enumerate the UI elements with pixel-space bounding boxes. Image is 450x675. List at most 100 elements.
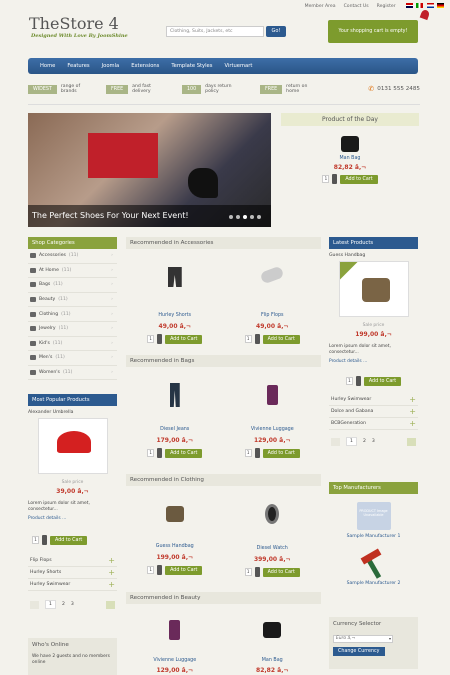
product-name[interactable]: Man Bag	[232, 658, 312, 663]
latest-first-name[interactable]: Guess Handbag	[329, 249, 418, 261]
quantity-stepper[interactable]	[254, 334, 260, 344]
quantity-input[interactable]: 1	[345, 377, 353, 385]
quantity-input[interactable]: 1	[322, 175, 330, 183]
quantity-input[interactable]: 1	[147, 335, 155, 343]
manufacturer-name[interactable]: Sample Manufacturer 2	[329, 581, 418, 586]
quantity-stepper[interactable]	[157, 334, 163, 344]
change-currency-button[interactable]: Change Currency	[333, 647, 385, 656]
contact-us-link[interactable]: Contact Us	[344, 4, 369, 9]
flipflops-icon[interactable]	[259, 265, 285, 285]
luggage-icon[interactable]	[266, 385, 278, 405]
popular-details-link[interactable]: Product details ...	[28, 516, 117, 521]
list-item[interactable]: BCBGeneration +	[329, 418, 418, 430]
shopping-cart-box[interactable]: Your shopping cart is empty!	[328, 20, 418, 43]
add-to-cart-button[interactable]: Add to Cart	[340, 174, 378, 184]
product-name[interactable]: Hurley Shorts	[135, 313, 215, 318]
latest-details-link[interactable]: Product details ...	[329, 359, 418, 364]
product-name[interactable]: Diesel Watch	[232, 546, 312, 551]
quantity-stepper[interactable]	[42, 535, 47, 545]
product-name[interactable]: Flip Flops	[232, 313, 312, 318]
category-item[interactable]: Women's (11) ›	[28, 366, 117, 381]
add-to-cart-button[interactable]: Add to Cart	[262, 334, 300, 344]
category-item[interactable]: At Home (11) ›	[28, 264, 117, 279]
category-item[interactable]: Jewelry (11) ›	[28, 322, 117, 337]
page-2[interactable]: 2	[363, 439, 366, 444]
dutch-flag-icon[interactable]	[426, 3, 434, 8]
hammer-icon[interactable]	[359, 548, 389, 579]
page-3[interactable]: 3	[71, 602, 74, 607]
uk-flag-icon[interactable]	[405, 3, 413, 8]
next-page-icon[interactable]	[106, 600, 115, 609]
list-item[interactable]: Flip Flops +	[28, 555, 117, 567]
list-item[interactable]: Hurley Swimwear +	[28, 579, 117, 591]
luggage-icon[interactable]	[169, 620, 181, 640]
slider-dot[interactable]	[243, 215, 247, 219]
page-1[interactable]: 1	[346, 437, 357, 446]
page-1[interactable]: 1	[45, 600, 56, 609]
manufacturer-placeholder-image[interactable]: PRODUCT Image Unavailable	[356, 502, 391, 530]
shorts-icon[interactable]	[167, 267, 182, 287]
page-2[interactable]: 2	[62, 602, 65, 607]
currency-select[interactable]: Euro â‚¬ ▾	[333, 635, 393, 643]
slider-dot[interactable]	[250, 215, 254, 219]
add-to-cart-button[interactable]: Add to Cart	[363, 376, 402, 386]
plus-icon[interactable]: +	[108, 580, 115, 589]
next-page-icon[interactable]	[407, 437, 416, 446]
product-name[interactable]: Vivienne Luggage	[232, 427, 312, 432]
category-item[interactable]: Men's (11) ›	[28, 351, 117, 366]
german-flag-icon[interactable]	[437, 3, 444, 8]
jeans-icon[interactable]	[169, 383, 180, 407]
list-item[interactable]: Hurley Shorts +	[28, 567, 117, 579]
list-item[interactable]: Hurley Swimwear +	[329, 394, 418, 406]
italy-flag-icon[interactable]	[416, 3, 424, 8]
quantity-stepper[interactable]	[355, 376, 361, 386]
category-item[interactable]: Accessories (11) ›	[28, 249, 117, 264]
category-item[interactable]: Clothing (11) ›	[28, 307, 117, 322]
nav-features[interactable]: Features	[61, 63, 95, 69]
nav-virtuemart[interactable]: Virtuemart	[218, 63, 258, 69]
add-to-cart-button[interactable]: Add to Cart	[262, 567, 300, 577]
category-item[interactable]: Beauty (11) ›	[28, 293, 117, 308]
nav-template-styles[interactable]: Template Styles	[165, 63, 218, 69]
plus-icon[interactable]: +	[409, 419, 416, 428]
slider-dot[interactable]	[236, 215, 240, 219]
bag-icon[interactable]	[341, 136, 359, 152]
nav-extensions[interactable]: Extensions	[125, 63, 165, 69]
quantity-stepper[interactable]	[332, 174, 338, 184]
quantity-stepper[interactable]	[157, 448, 163, 458]
hero-slider[interactable]: The Perfect Shoes For Your Next Event!	[28, 113, 271, 227]
member-area-link[interactable]: Member Area	[305, 4, 336, 9]
popular-product-image[interactable]	[37, 418, 108, 474]
plus-icon[interactable]: +	[409, 407, 416, 416]
slider-dot[interactable]	[257, 215, 261, 219]
prev-page-icon[interactable]	[30, 600, 39, 609]
popular-first-name[interactable]: Alexander Umbrella	[28, 406, 117, 418]
watch-icon[interactable]	[265, 504, 280, 524]
add-to-cart-button[interactable]: Add to Cart	[165, 448, 203, 458]
category-item[interactable]: Kid's (11) ›	[28, 337, 117, 352]
add-to-cart-button[interactable]: Add to Cart	[262, 448, 300, 458]
store-logo[interactable]: TheStore 4	[29, 14, 119, 33]
add-to-cart-button[interactable]: Add to Cart	[165, 334, 203, 344]
manufacturer-name[interactable]: Sample Manufacturer 1	[329, 534, 418, 539]
product-name[interactable]: Guess Handbag	[135, 544, 215, 549]
quantity-input[interactable]: 1	[147, 449, 155, 457]
quantity-input[interactable]: 1	[244, 449, 252, 457]
plus-icon[interactable]: +	[108, 568, 115, 577]
search-input[interactable]: Clothing, Suits, Jackets, etc	[166, 26, 264, 37]
quantity-stepper[interactable]	[157, 565, 163, 575]
plus-icon[interactable]: +	[409, 395, 416, 404]
slider-dot[interactable]	[229, 215, 233, 219]
quantity-stepper[interactable]	[254, 567, 260, 577]
quantity-stepper[interactable]	[254, 448, 260, 458]
latest-product-image[interactable]	[338, 261, 409, 317]
handbag-icon[interactable]	[165, 506, 184, 522]
search-go-button[interactable]: Go!	[266, 26, 286, 37]
category-item[interactable]: Bags (11) ›	[28, 278, 117, 293]
list-item[interactable]: Dolce and Gabana +	[329, 406, 418, 418]
add-to-cart-button[interactable]: Add to Cart	[165, 565, 203, 575]
prev-page-icon[interactable]	[331, 437, 340, 446]
plus-icon[interactable]: +	[108, 556, 115, 565]
product-name[interactable]: Vivienne Luggage	[135, 658, 215, 663]
quantity-input[interactable]: 1	[244, 335, 252, 343]
